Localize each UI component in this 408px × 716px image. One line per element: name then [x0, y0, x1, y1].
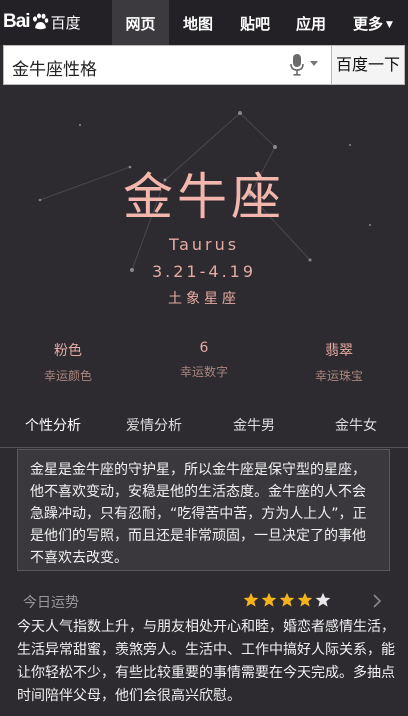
zodiac-hero: 金牛座 Taurus 3.21-4.19 土象星座 — [0, 85, 408, 320]
today-fortune-title: 今日运势 — [23, 595, 79, 611]
baidu-paw-icon — [32, 13, 48, 30]
star-filled-icon — [297, 592, 313, 607]
search-button[interactable]: 百度一下 — [331, 45, 405, 85]
star-filled-icon — [279, 592, 295, 607]
search-bar: 金牛座性格 百度一下 — [3, 45, 405, 85]
nav-tab-map[interactable]: 地图 — [169, 0, 227, 45]
voice-dropdown-icon[interactable] — [310, 61, 318, 66]
personality-description: 金星是金牛座的守护星，所以金牛座是保守型的星座，他不喜欢变动，安稳是他的生活态度… — [17, 449, 390, 571]
lucky-jewel-label: 幸运珠宝 — [314, 369, 363, 383]
lucky-jewel-value: 翡翠 — [325, 343, 353, 359]
tab-taurus-female[interactable]: 金牛女 — [324, 405, 388, 445]
lucky-color-value: 粉色 — [54, 343, 82, 359]
tab-divider — [0, 447, 408, 448]
lucky-color-label: 幸运颜色 — [43, 369, 92, 383]
nav-tab-label: 应用 — [295, 15, 326, 33]
logo-text: Bai — [3, 11, 31, 32]
chevron-right-icon[interactable] — [372, 594, 382, 608]
zodiac-element: 土象星座 — [168, 291, 240, 307]
chevron-down-icon: ▼ — [386, 19, 393, 30]
today-fortune-header[interactable]: 今日运势 — [0, 589, 408, 613]
nav-tab-label: 地图 — [182, 15, 213, 33]
fortune-rating — [243, 592, 331, 608]
zodiac-name: 金牛座 — [123, 168, 285, 226]
lucky-items: 粉色 幸运颜色 6 幸运数字 翡翠 幸运珠宝 — [0, 340, 408, 384]
lucky-jewel: 翡翠 幸运珠宝 — [284, 340, 394, 384]
analysis-tabs: 个性分析 爱情分析 金牛男 金牛女 — [0, 405, 408, 445]
nav-tab-label: 网页 — [125, 15, 156, 33]
nav-tab-web[interactable]: 网页 — [112, 0, 169, 45]
lucky-number-value: 6 — [199, 340, 209, 356]
nav-tab-apps[interactable]: 应用 — [283, 0, 339, 45]
microphone-icon[interactable] — [290, 54, 304, 76]
search-query: 金牛座性格 — [12, 60, 97, 80]
tab-taurus-male[interactable]: 金牛男 — [222, 405, 286, 445]
zodiac-name-english: Taurus — [168, 235, 240, 254]
tab-love[interactable]: 爱情分析 — [118, 405, 190, 445]
star-filled-icon — [261, 592, 277, 607]
zodiac-dates: 3.21-4.19 — [151, 262, 257, 281]
nav-tab-label: 更多 — [353, 15, 384, 33]
nav-tab-more[interactable]: 更多 ▼ — [339, 0, 407, 45]
lucky-number: 6 幸运数字 — [149, 340, 259, 380]
nav-tab-label: 贴吧 — [239, 15, 270, 33]
search-input[interactable]: 金牛座性格 — [3, 45, 332, 85]
nav-tab-tieba[interactable]: 贴吧 — [227, 0, 283, 45]
lucky-color: 粉色 幸运颜色 — [13, 340, 123, 384]
star-empty-icon — [315, 592, 331, 607]
lucky-number-label: 幸运数字 — [179, 365, 228, 379]
top-bar: Bai 百度 网页 地图 贴吧 应用 更多 ▼ — [0, 0, 408, 45]
nav-tabs: 网页 地图 贴吧 应用 更多 ▼ — [112, 0, 407, 45]
today-fortune-text: 今天人气指数上升，与朋友相处开心和睦，婚恋者感情生活，生活异常甜蜜，羡煞旁人。生… — [17, 619, 395, 704]
baidu-logo[interactable]: Bai 百度 — [3, 10, 81, 34]
logo-chinese: 百度 — [50, 13, 81, 32]
star-filled-icon — [243, 592, 259, 607]
tab-personality[interactable]: 个性分析 — [18, 405, 88, 445]
